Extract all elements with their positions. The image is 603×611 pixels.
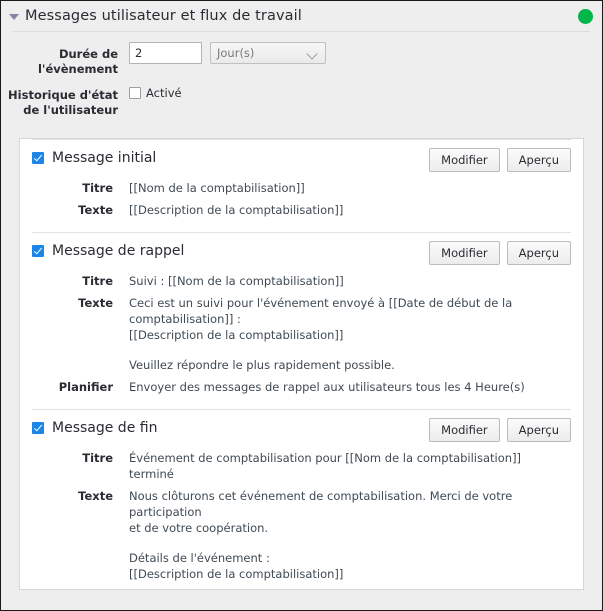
field-row: Détails de l'événement : [[Description d… (48, 550, 571, 582)
field-label: Titre (82, 274, 113, 288)
section-header: Message de fin Modifier Aperçu (32, 410, 571, 442)
history-field-group: Activé (129, 83, 182, 100)
history-enabled-checkbox[interactable] (129, 87, 141, 99)
duration-label: Durée de l'évènement (37, 47, 118, 76)
section-fields: Titre [[Nom de la comptabilisation]] Tex… (32, 180, 571, 218)
page-title: Messages utilisateur et flux de travail (25, 8, 302, 24)
field-label: Texte (78, 296, 113, 310)
section-header: Message de rappel Modifier Aperçu (32, 233, 571, 265)
section-actions: Modifier Aperçu (429, 148, 571, 172)
section-header: Message initial Modifier Aperçu (32, 140, 571, 172)
section-fields: Titre Événement de comptabilisation pour… (32, 450, 571, 582)
field-label: Planifier (58, 380, 113, 394)
field-row: Titre Suivi : [[Nom de la comptabilisati… (48, 273, 571, 289)
field-label: Titre (82, 451, 113, 465)
section-enable-checkbox[interactable] (32, 245, 44, 257)
field-row: Texte [[Description de la comptabilisati… (48, 202, 571, 218)
settings-panel-window: Messages utilisateur et flux de travail … (0, 0, 603, 611)
duration-unit-value: Jour(s) (217, 46, 255, 60)
duration-input[interactable] (129, 42, 202, 64)
duration-row: Durée de l'évènement Jour(s) (1, 42, 602, 77)
edit-button[interactable]: Modifier (429, 418, 500, 442)
field-label: Texte (78, 489, 113, 503)
section-actions: Modifier Aperçu (429, 418, 571, 442)
duration-unit-select[interactable]: Jour(s) (210, 42, 326, 64)
field-value: Événement de comptabilisation pour [[Nom… (129, 451, 522, 481)
preview-button[interactable]: Aperçu (506, 148, 571, 172)
field-row: Planifier Envoyer des messages de rappel… (48, 379, 571, 395)
field-value: Ceci est un suivi pour l'événement envoy… (129, 296, 513, 342)
field-row: Veuillez répondre le plus rapidement pos… (48, 357, 571, 373)
field-value: [[Description de la comptabilisation]] (129, 203, 344, 217)
duration-field-group: Jour(s) (129, 42, 326, 64)
history-row: Historique d'état de l'utilisateur Activ… (1, 83, 602, 118)
section-actions: Modifier Aperçu (429, 241, 571, 265)
top-form: Durée de l'évènement Jour(s) Historique … (1, 32, 602, 130)
field-row: Titre [[Nom de la comptabilisation]] (48, 180, 571, 196)
preview-button[interactable]: Aperçu (506, 241, 571, 265)
field-label: Titre (82, 181, 113, 195)
status-dot-icon (578, 9, 593, 24)
section-title: Message de rappel (52, 243, 185, 259)
field-row: Texte Ceci est un suivi pour l'événement… (48, 295, 571, 343)
preview-button[interactable]: Aperçu (506, 418, 571, 442)
history-enabled-label: Activé (146, 86, 182, 100)
section-message-rappel: Message de rappel Modifier Aperçu Titre … (20, 233, 583, 409)
field-value: Envoyer des messages de rappel aux utili… (129, 380, 525, 394)
field-label: Texte (78, 203, 113, 217)
section-fields: Titre Suivi : [[Nom de la comptabilisati… (32, 273, 571, 395)
section-message-fin: Message de fin Modifier Aperçu Titre Évé… (20, 410, 583, 582)
chevron-down-icon (306, 48, 318, 60)
field-row: Texte Nous clôturons cet événement de co… (48, 488, 571, 536)
section-title: Message initial (52, 150, 157, 166)
edit-button[interactable]: Modifier (429, 241, 500, 265)
panel-header: Messages utilisateur et flux de travail (1, 1, 602, 31)
section-message-initial: Message initial Modifier Aperçu Titre [[… (20, 140, 583, 232)
field-value: Veuillez répondre le plus rapidement pos… (129, 358, 395, 372)
section-enable-checkbox[interactable] (32, 152, 44, 164)
field-value: Détails de l'événement : [[Description d… (129, 551, 344, 581)
caret-down-icon[interactable] (9, 14, 19, 20)
field-value: [[Nom de la comptabilisation]] (129, 181, 305, 195)
field-row: Titre Événement de comptabilisation pour… (48, 450, 571, 482)
field-value: Nous clôturons cet événement de comptabi… (129, 489, 513, 535)
messages-card: Message initial Modifier Aperçu Titre [[… (19, 138, 584, 590)
section-title: Message de fin (52, 420, 158, 436)
edit-button[interactable]: Modifier (429, 148, 500, 172)
field-value: Suivi : [[Nom de la comptabilisation]] (129, 274, 344, 288)
section-enable-checkbox[interactable] (32, 422, 44, 434)
history-label: Historique d'état de l'utilisateur (8, 88, 118, 117)
